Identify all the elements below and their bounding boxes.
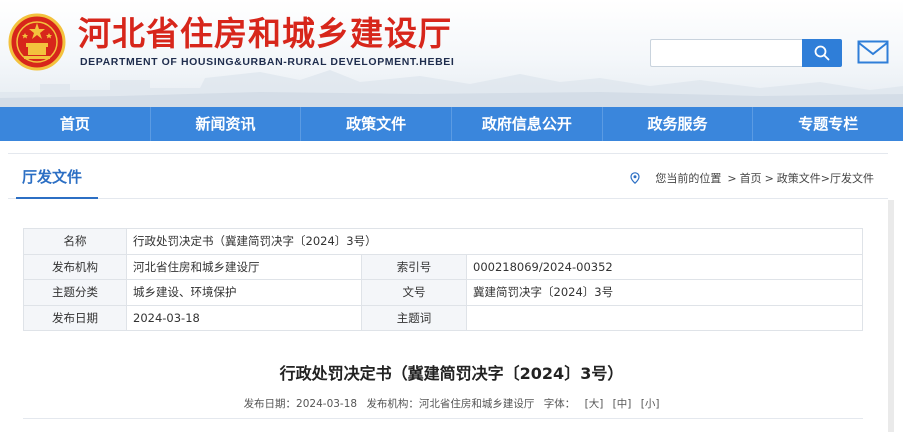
keyword-label: 主题词 [361, 304, 467, 331]
breadcrumb-home-link[interactable]: 首页 [740, 170, 762, 186]
date-value: 2024-03-18 [126, 304, 362, 331]
search-input[interactable] [650, 39, 802, 67]
breadcrumb: 您当前的位置 > 首页 > 政策文件>厅发文件 [630, 170, 874, 186]
document-info-table: 名称 行政处罚决定书（冀建简罚决字〔2024〕3号） 发布机构 河北省住房和城乡… [23, 228, 863, 331]
org-label: 发布机构 [23, 253, 127, 280]
main-nav: 首页 新闻资讯 政策文件 政府信息公开 政务服务 专题专栏 [0, 107, 903, 141]
mail-icon[interactable] [857, 40, 889, 64]
nav-item-policy[interactable]: 政策文件 [301, 107, 453, 141]
date-label: 发布日期 [23, 304, 127, 331]
name-label: 名称 [23, 228, 127, 255]
breadcrumb-separator: > [727, 171, 737, 185]
search-icon [814, 45, 830, 61]
table-row: 主题分类 城乡建设、环境保护 文号 冀建简罚决字〔2024〕3号 [23, 279, 863, 306]
index-value: 000218069/2024-00352 [466, 253, 863, 280]
font-size-medium-button[interactable]: [中] [613, 398, 632, 410]
section-underline [16, 197, 98, 199]
nav-item-services[interactable]: 政务服务 [603, 107, 754, 141]
font-size-small-button[interactable]: [小] [641, 398, 660, 410]
breadcrumb-separator: > [764, 171, 774, 185]
document-meta: 发布日期：2024-03-18 发布机构：河北省住房和城乡建设厅 字体： [大]… [0, 396, 903, 411]
national-emblem-icon [8, 13, 66, 71]
divider [23, 418, 863, 419]
site-header: 河北省住房和城乡建设厅 DEPARTMENT OF HOUSING&URBAN-… [0, 0, 903, 107]
topic-label: 主题分类 [23, 279, 127, 306]
table-row: 发布日期 2024-03-18 主题词 [23, 304, 863, 331]
meta-date: 发布日期：2024-03-18 [243, 398, 358, 410]
meta-org: 发布机构：河北省住房和城乡建设厅 [366, 398, 535, 410]
table-row: 发布机构 河北省住房和城乡建设厅 索引号 000218069/2024-0035… [23, 253, 863, 280]
org-value: 河北省住房和城乡建设厅 [126, 253, 362, 280]
breadcrumb-path-link[interactable]: 政策文件>厅发文件 [777, 170, 874, 186]
name-value: 行政处罚决定书（冀建简罚决字〔2024〕3号） [126, 228, 863, 255]
topic-value: 城乡建设、环境保护 [126, 279, 362, 306]
index-label: 索引号 [361, 253, 467, 280]
location-label: 您当前的位置 [655, 172, 722, 185]
search-button[interactable] [802, 39, 842, 67]
keyword-value [466, 304, 863, 331]
site-subtitle: DEPARTMENT OF HOUSING&URBAN-RURAL DEVELO… [80, 56, 455, 68]
docno-label: 文号 [361, 279, 467, 306]
document-title: 行政处罚决定书（冀建简罚决字〔2024〕3号） [279, 364, 624, 383]
section-title: 厅发文件 [22, 168, 83, 186]
font-size-large-button[interactable]: [大] [585, 398, 604, 410]
docno-value: 冀建简罚决字〔2024〕3号 [466, 279, 863, 306]
font-size-label: 字体： [543, 398, 576, 410]
nav-item-gov-info[interactable]: 政府信息公开 [452, 107, 603, 141]
nav-item-news[interactable]: 新闻资讯 [151, 107, 302, 141]
nav-item-topics[interactable]: 专题专栏 [753, 107, 903, 141]
table-row: 名称 行政处罚决定书（冀建简罚决字〔2024〕3号） [23, 228, 863, 255]
location-pin-icon [630, 172, 640, 184]
nav-item-home[interactable]: 首页 [0, 107, 151, 141]
site-title: 河北省住房和城乡建设厅 [78, 14, 452, 53]
breadcrumb-bar: 厅发文件 您当前的位置 > 首页 > 政策文件>厅发文件 [8, 153, 888, 199]
